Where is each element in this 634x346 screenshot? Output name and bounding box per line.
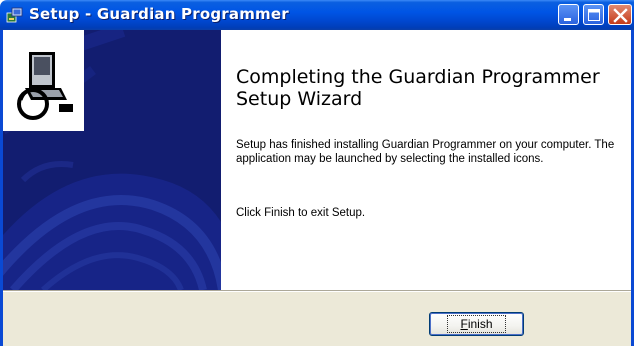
maximize-icon <box>588 9 600 21</box>
exit-instruction: Click Finish to exit Setup. <box>236 207 366 219</box>
window-title: Setup - Guardian Programmer <box>29 5 289 23</box>
finish-button[interactable]: Finish <box>429 312 524 336</box>
finished-message: Setup has finished installing Guardian P… <box>236 139 615 165</box>
finish-mnemonic: F <box>460 317 468 331</box>
finish-label-rest: inish <box>467 317 493 331</box>
close-button[interactable] <box>608 4 632 25</box>
minimize-button[interactable] <box>558 4 579 25</box>
wizard-heading: Completing the Guardian Programmer Setup… <box>236 66 600 110</box>
minimize-icon <box>564 18 571 21</box>
title-bar[interactable]: Setup - Guardian Programmer <box>0 0 634 30</box>
wizard-sidebar-image <box>3 30 221 290</box>
button-bar <box>3 292 631 346</box>
maximize-button[interactable] <box>583 4 604 25</box>
finish-button-label: Finish <box>447 315 506 333</box>
installer-icon <box>6 6 24 24</box>
close-icon <box>613 8 628 23</box>
computer-install-icon <box>3 30 84 131</box>
